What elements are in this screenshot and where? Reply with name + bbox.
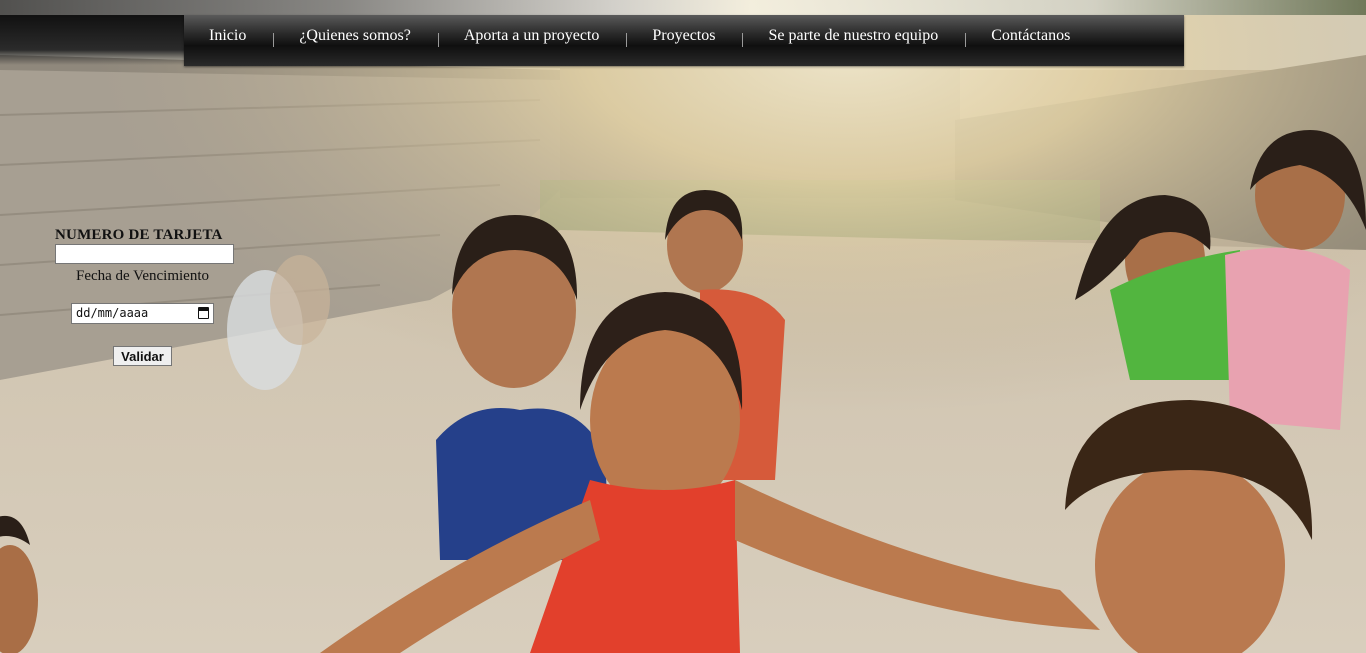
card-number-label: NUMERO DE TARJETA: [55, 227, 223, 243]
nav-item-proyectos[interactable]: Proyectos: [627, 15, 742, 66]
card-form: NUMERO DE TARJETA Fecha de Vencimiento d…: [55, 227, 235, 366]
nav-item-equipo[interactable]: Se parte de nuestro equipo: [743, 15, 965, 66]
top-strip: [0, 0, 1366, 15]
left-shadow: [0, 15, 184, 65]
nav-item-quienes-somos[interactable]: ¿Quienes somos?: [274, 15, 438, 66]
calendar-icon[interactable]: [198, 307, 209, 319]
nav-item-aporta[interactable]: Aporta a un proyecto: [439, 15, 627, 66]
main-nav: Inicio ¿Quienes somos? Aporta a un proye…: [184, 15, 1184, 66]
expiry-date-label: Fecha de Vencimiento: [75, 268, 209, 284]
page: Inicio ¿Quienes somos? Aporta a un proye…: [0, 0, 1366, 653]
card-number-input[interactable]: [55, 244, 234, 264]
expiry-date-placeholder: dd/mm/aaaa: [76, 306, 149, 320]
validate-button[interactable]: Validar: [113, 346, 172, 366]
nav-item-inicio[interactable]: Inicio: [184, 15, 273, 66]
expiry-date-input[interactable]: dd/mm/aaaa: [71, 303, 214, 324]
nav-item-contactanos[interactable]: Contáctanos: [966, 15, 1097, 66]
